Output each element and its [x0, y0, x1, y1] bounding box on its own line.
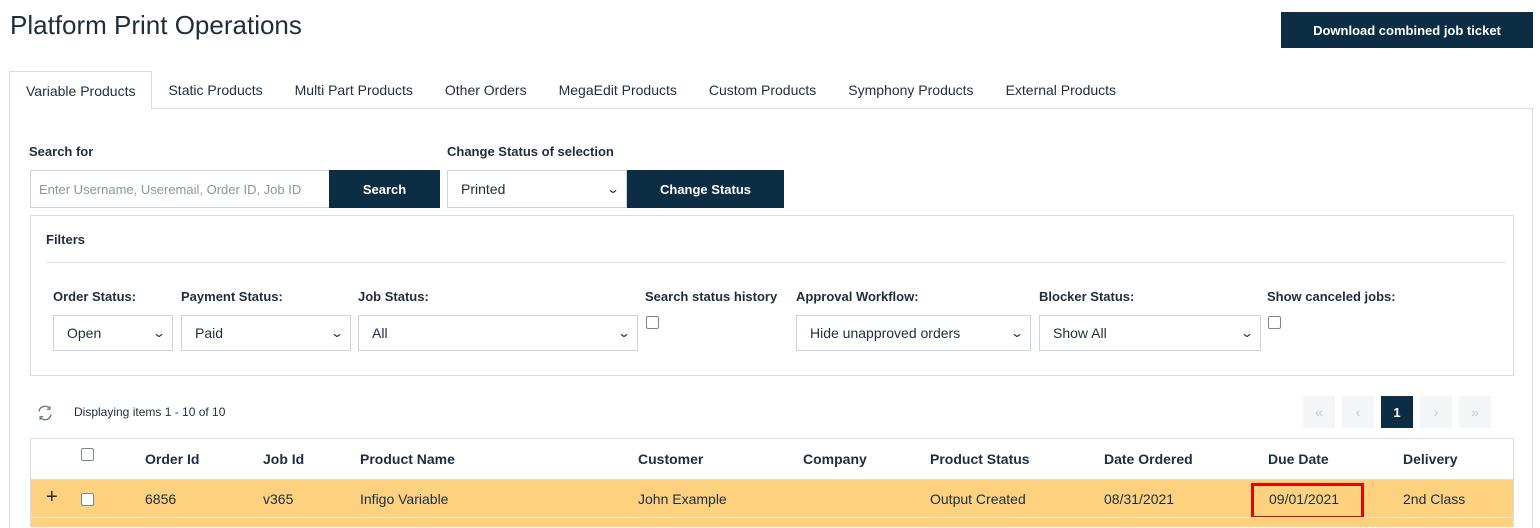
col-product-name[interactable]: Product Name	[360, 451, 455, 467]
col-product-status[interactable]: Product Status	[930, 451, 1030, 467]
order-status-label: Order Status:	[53, 289, 137, 304]
job-status-label: Job Status:	[358, 289, 429, 304]
payment-status-selected: Paid	[195, 325, 224, 341]
cell-delivery: 2nd Class	[1403, 491, 1466, 507]
blocker-status-label: Blocker Status:	[1039, 289, 1135, 304]
page-title: Platform Print Operations	[10, 10, 302, 40]
search-label: Search for	[29, 144, 94, 159]
tab-external-products[interactable]: External Products	[990, 71, 1133, 109]
job-status-selected: All	[372, 325, 388, 341]
approval-workflow-select[interactable]: Hide unapproved orders ⌄	[796, 315, 1031, 351]
cell-product-status: Output Created	[930, 491, 1026, 507]
tab-static-products[interactable]: Static Products	[152, 71, 278, 109]
change-status-selected: Printed	[461, 181, 506, 197]
chevron-down-icon: ⌄	[1239, 326, 1255, 340]
chevron-down-icon: ⌄	[605, 182, 621, 196]
table-row[interactable]	[31, 517, 1513, 527]
filters-header: Filters	[46, 216, 1506, 263]
download-job-ticket-button[interactable]: Download combined job ticket	[1281, 12, 1533, 48]
page-button-current[interactable]: 1	[1381, 396, 1413, 428]
tab-megaedit-products[interactable]: MegaEdit Products	[543, 71, 693, 109]
job-status-select[interactable]: All ⌄	[358, 315, 638, 351]
tab-variable-products[interactable]: Variable Products	[9, 71, 153, 110]
col-job-id[interactable]: Job Id	[263, 451, 304, 467]
last-page-button[interactable]: »	[1459, 396, 1491, 428]
tab-panel: Search for Search Change Status of selec…	[9, 108, 1533, 528]
col-due-date[interactable]: Due Date	[1268, 451, 1329, 467]
show-canceled-label: Show canceled jobs:	[1267, 289, 1396, 304]
chevron-down-icon: ⌄	[151, 326, 167, 340]
col-date-ordered[interactable]: Date Ordered	[1104, 451, 1193, 467]
filters-title: Filters	[46, 232, 86, 247]
payment-status-label: Payment Status:	[181, 289, 283, 304]
approval-workflow-selected: Hide unapproved orders	[810, 325, 961, 341]
change-status-button[interactable]: Change Status	[627, 170, 784, 208]
col-customer[interactable]: Customer	[638, 451, 703, 467]
cell-product-name: Infigo Variable	[360, 491, 449, 507]
first-page-button[interactable]: «	[1303, 396, 1335, 428]
select-all-checkbox[interactable]	[81, 448, 94, 461]
tab-multi-part-products[interactable]: Multi Part Products	[279, 71, 429, 109]
blocker-status-selected: Show All	[1053, 325, 1107, 341]
search-button[interactable]: Search	[329, 170, 440, 208]
order-status-select[interactable]: Open ⌄	[53, 315, 173, 351]
chevron-down-icon: ⌄	[1009, 326, 1025, 340]
show-canceled-checkbox[interactable]	[1268, 316, 1281, 329]
col-order-id[interactable]: Order Id	[145, 451, 199, 467]
grid-header: Order Id Job Id Product Name Customer Co…	[31, 439, 1513, 479]
blocker-status-select[interactable]: Show All ⌄	[1039, 315, 1261, 351]
cell-order-id: 6856	[145, 491, 177, 507]
product-tabs: Variable Products Static Products Multi …	[9, 71, 1533, 110]
tab-custom-products[interactable]: Custom Products	[693, 71, 832, 109]
prev-page-button[interactable]: ‹	[1342, 396, 1374, 428]
search-input[interactable]	[30, 170, 330, 208]
approval-workflow-label: Approval Workflow:	[796, 289, 919, 304]
change-status-label: Change Status of selection	[447, 144, 614, 159]
col-delivery[interactable]: Delivery	[1403, 451, 1457, 467]
jobs-grid: Order Id Job Id Product Name Customer Co…	[30, 438, 1514, 527]
tab-other-orders[interactable]: Other Orders	[429, 71, 543, 109]
refresh-icon[interactable]	[36, 404, 54, 422]
chevron-down-icon: ⌄	[329, 326, 345, 340]
cell-customer: John Example	[638, 491, 727, 507]
row-checkbox[interactable]	[81, 493, 94, 506]
plus-icon[interactable]: +	[46, 486, 58, 509]
next-page-button[interactable]: ›	[1420, 396, 1452, 428]
tab-symphony-products[interactable]: Symphony Products	[832, 71, 989, 109]
search-history-label: Search status history	[645, 289, 778, 304]
cell-date-ordered: 08/31/2021	[1104, 491, 1175, 507]
cell-job-id: v365	[263, 491, 294, 507]
filters-panel: Filters Order Status: Open ⌄ Payment Sta…	[30, 215, 1514, 376]
table-row[interactable]: + 6856 v365 Infigo Variable John Example…	[31, 479, 1513, 519]
pager: « ‹ 1 › »	[1296, 396, 1491, 428]
due-date-highlight-box	[1251, 483, 1364, 519]
payment-status-select[interactable]: Paid ⌄	[181, 315, 351, 351]
col-company[interactable]: Company	[803, 451, 867, 467]
change-status-select[interactable]: Printed ⌄	[447, 170, 627, 208]
order-status-selected: Open	[67, 325, 102, 341]
chevron-down-icon: ⌄	[616, 326, 632, 340]
search-history-checkbox[interactable]	[646, 316, 659, 329]
pager-info: Displaying items 1 - 10 of 10	[74, 405, 226, 419]
